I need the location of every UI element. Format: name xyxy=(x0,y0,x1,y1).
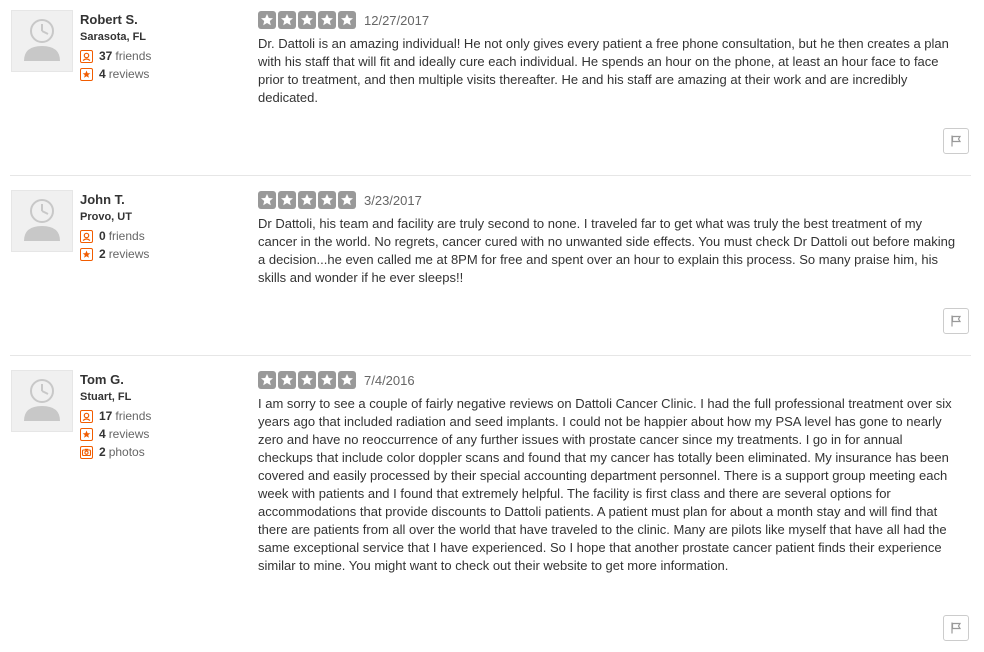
star-icon xyxy=(278,371,296,389)
review-text: Dr. Dattoli is an amazing individual! He… xyxy=(258,36,949,105)
review-date: 12/27/2017 xyxy=(364,12,430,28)
star-icon xyxy=(298,11,316,29)
user-avatar[interactable] xyxy=(11,190,73,252)
friends-icon xyxy=(80,229,93,243)
review-star-icon xyxy=(80,247,93,261)
star-icon xyxy=(258,11,276,29)
photos-label: photos xyxy=(108,445,145,459)
friends-stat: 0 friends xyxy=(80,227,240,245)
user-location: Sarasota, FL xyxy=(80,31,147,43)
reviews-label: reviews xyxy=(108,247,150,261)
friends-label: friends xyxy=(115,49,152,63)
star-icon xyxy=(338,191,356,209)
review-body: 7/4/2016 I am sorry to see a couple of f… xyxy=(258,370,958,575)
star-rating xyxy=(258,191,358,209)
star-icon xyxy=(318,191,336,209)
review-text: Dr Dattoli, his team and facility are tr… xyxy=(258,216,956,285)
star-icon xyxy=(278,11,296,29)
friends-count: 37 xyxy=(99,49,113,63)
friends-label: friends xyxy=(108,229,145,243)
user-name[interactable]: Tom G. xyxy=(80,371,240,388)
user-name[interactable]: John T. xyxy=(80,191,240,208)
reviews-label: reviews xyxy=(108,427,150,441)
user-info: Tom G. Stuart, FL 17 friends 4 reviews 2… xyxy=(80,371,240,461)
reviews-stat: 4 reviews xyxy=(80,425,240,443)
review-divider xyxy=(10,175,971,176)
user-avatar[interactable] xyxy=(11,10,73,72)
user-info: Robert S. Sarasota, FL 37 friends 4 revi… xyxy=(80,11,240,83)
camera-icon xyxy=(80,445,93,459)
friends-label: friends xyxy=(115,409,152,423)
review-divider xyxy=(10,355,971,356)
star-icon xyxy=(298,191,316,209)
reviews-count: 2 xyxy=(99,247,106,261)
review-item: John T. Provo, UT 0 friends 2 reviews 3/… xyxy=(10,180,971,350)
review-body: 12/27/2017 Dr. Dattoli is an amazing ind… xyxy=(258,10,958,107)
star-rating xyxy=(258,371,358,389)
star-icon xyxy=(318,11,336,29)
flag-icon xyxy=(951,135,962,147)
user-info: John T. Provo, UT 0 friends 2 reviews xyxy=(80,191,240,263)
review-date: 7/4/2016 xyxy=(364,372,415,388)
friends-count: 0 xyxy=(99,229,106,243)
flag-review-button[interactable] xyxy=(943,128,969,154)
review-star-icon xyxy=(80,67,93,81)
rating-row: 12/27/2017 xyxy=(258,10,958,30)
photos-stat: 2 photos xyxy=(80,443,240,461)
friends-icon xyxy=(80,409,93,423)
flag-review-button[interactable] xyxy=(943,615,969,641)
star-icon xyxy=(338,371,356,389)
star-icon xyxy=(258,371,276,389)
friends-stat: 37 friends xyxy=(80,47,240,65)
user-location: Stuart, FL xyxy=(80,391,132,403)
default-user-icon xyxy=(24,199,60,241)
user-name[interactable]: Robert S. xyxy=(80,11,240,28)
star-rating xyxy=(258,11,358,29)
friends-icon xyxy=(80,49,93,63)
friends-stat: 17 friends xyxy=(80,407,240,425)
star-icon xyxy=(258,191,276,209)
photos-count: 2 xyxy=(99,445,106,459)
default-user-icon xyxy=(24,379,60,421)
star-icon xyxy=(298,371,316,389)
friends-count: 17 xyxy=(99,409,113,423)
flag-icon xyxy=(951,622,962,634)
flag-review-button[interactable] xyxy=(943,308,969,334)
review-item: Tom G. Stuart, FL 17 friends 4 reviews 2… xyxy=(10,360,971,652)
user-location: Provo, UT xyxy=(80,211,132,223)
star-icon xyxy=(278,191,296,209)
rating-row: 7/4/2016 xyxy=(258,370,958,390)
reviews-label: reviews xyxy=(108,67,150,81)
rating-row: 3/23/2017 xyxy=(258,190,958,210)
review-star-icon xyxy=(80,427,93,441)
reviews-count: 4 xyxy=(99,67,106,81)
default-user-icon xyxy=(24,19,60,61)
star-icon xyxy=(338,11,356,29)
reviews-stat: 2 reviews xyxy=(80,245,240,263)
reviews-count: 4 xyxy=(99,427,106,441)
user-avatar[interactable] xyxy=(11,370,73,432)
review-body: 3/23/2017 Dr Dattoli, his team and facil… xyxy=(258,190,958,287)
review-date: 3/23/2017 xyxy=(364,192,422,208)
star-icon xyxy=(318,371,336,389)
reviews-stat: 4 reviews xyxy=(80,65,240,83)
review-text: I am sorry to see a couple of fairly neg… xyxy=(258,396,952,573)
flag-icon xyxy=(951,315,962,327)
review-item: Robert S. Sarasota, FL 37 friends 4 revi… xyxy=(10,0,971,170)
